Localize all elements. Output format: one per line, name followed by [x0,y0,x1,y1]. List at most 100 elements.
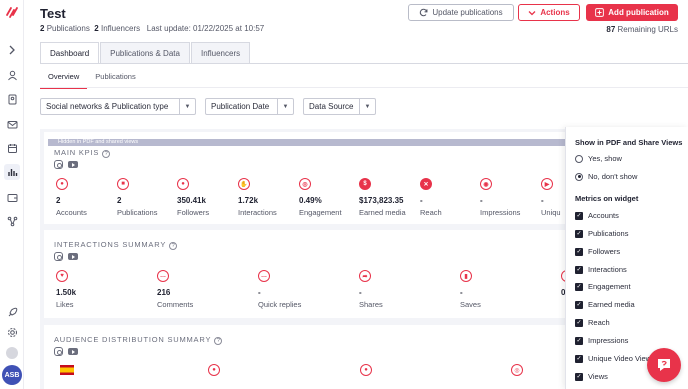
mail-nav-icon[interactable] [4,116,20,132]
tab-influencers[interactable]: Influencers [190,42,251,64]
kpi-unique-views: ▶ - Uniqu [541,178,565,217]
audience-summary-title: AUDIENCE DISTRIBUTION SUMMARY? [54,335,223,345]
rocket-nav-icon[interactable] [4,304,20,320]
chevron-down-icon [528,10,536,15]
help-chat-button[interactable] [647,348,681,382]
calendar-nav-icon[interactable] [4,140,20,156]
kpi-value: - [541,196,544,205]
tab-dashboard[interactable]: Dashboard [40,42,100,64]
publications-count: 2 [40,24,45,33]
interactions-icon: ✋ [238,178,250,190]
kpi-label: Uniqu [541,208,561,217]
remaining-urls: 87 Remaining URLs [606,25,678,34]
metric-checkbox-impressions[interactable]: ✓ Impressions [575,336,628,345]
checkbox-checked-icon: ✓ [575,354,583,363]
help-icon[interactable]: ? [169,242,178,250]
metric-checkbox-engagement[interactable]: ✓ Engagement [575,282,631,291]
interactions-summary-title-text: INTERACTIONS SUMMARY [54,240,167,249]
tab-publications-data[interactable]: Publications & Data [100,42,190,64]
tabs-divider [40,63,688,64]
publication-date-filter[interactable]: Publication Date ▼ [205,98,294,115]
report-summary: 2 Publications 2 Influencers Last update… [40,24,264,33]
checkbox-checked-icon: ✓ [575,372,583,381]
radio-checked-icon [575,172,583,181]
expand-chevron-icon[interactable] [4,42,20,58]
add-publication-button[interactable]: Add publication [586,4,678,21]
comment-icon: … [157,270,169,282]
left-nav: ASB [0,0,24,389]
metric-label: Accounts [588,211,619,220]
main-kpis-title: MAIN KPIS? [54,148,111,158]
last-update: Last update: 01/22/2025 at 10:57 [146,24,265,33]
checkbox-checked-icon: ✓ [575,211,583,220]
spain-flag-icon [60,365,74,375]
remaining-label: Remaining URLs [617,25,678,34]
caret-down-icon: ▼ [179,99,195,114]
data-source-filter[interactable]: Data Source ▼ [303,98,376,115]
metric-label: Views [588,372,608,381]
interactions-summary-title: INTERACTIONS SUMMARY? [54,240,178,250]
metric-checkbox-unique-video-views[interactable]: ✓ Unique Video Views [575,354,655,363]
summary-value: - [460,288,463,297]
app-root: ASB Test 2 Publications 2 Influencers La… [0,0,688,389]
social-icons [54,347,78,356]
instagram-icon [54,252,63,261]
share-icon: ➦ [359,270,371,282]
metric-label: Followers [588,247,621,256]
social-networks-filter[interactable]: Social networks & Publication type ▼ [40,98,196,115]
metric-checkbox-followers[interactable]: ✓ Followers [575,247,620,256]
reach-icon: ✕ [420,178,432,190]
metric-checkbox-views[interactable]: ✓ Views [575,372,608,381]
help-icon[interactable]: ? [102,150,111,158]
youtube-icon [68,253,78,260]
publications-label: Publications [46,24,90,33]
summary-value: - [359,288,362,297]
wallet-nav-icon[interactable] [4,189,20,205]
reports-nav-icon[interactable] [4,164,20,180]
page-title: Test [40,6,66,21]
caret-down-icon: ▼ [277,99,293,114]
followers-icon: ● [177,178,189,190]
location-pin-icon: ● [208,364,220,376]
actions-button[interactable]: Actions [518,4,580,21]
publication-icon: ■ [117,178,129,190]
show-in-pdf-title: Show in PDF and Share Views [575,138,683,147]
main-tabs: Dashboard Publications & Data Influencer… [40,42,251,64]
youtube-icon [68,348,78,355]
social-icons [54,160,78,169]
instagram-icon [54,160,63,169]
metric-checkbox-reach[interactable]: ✓ Reach [575,318,610,327]
network-nav-icon[interactable] [4,213,20,229]
summary-value: 216 [157,288,171,297]
radio-yes-show[interactable]: Yes, show [575,154,622,163]
social-icons [54,252,78,261]
metric-checkbox-accounts[interactable]: ✓ Accounts [575,211,619,220]
notification-dot-icon [6,347,18,359]
metric-checkbox-publications[interactable]: ✓ Publications [575,229,628,238]
caret-down-icon: ▼ [359,99,375,114]
contacts-nav-icon[interactable] [4,91,20,107]
summary-shares: ➦ - Shares [359,270,439,309]
location-pin-icon: ● [360,364,372,376]
influencers-nav-icon[interactable] [4,67,20,83]
quick-reply-icon: … [258,270,270,282]
update-publications-button[interactable]: Update publications [408,4,514,21]
metric-checkbox-interactions[interactable]: ✓ Interactions [575,265,627,274]
chat-help-icon [658,359,670,371]
summary-quick-replies: … - Quick replies [258,270,338,309]
user-icon: ● [56,178,68,190]
refresh-icon [420,8,428,17]
settings-nav-icon[interactable] [4,324,20,340]
user-avatar[interactable]: ASB [2,365,22,385]
audience-summary-title-text: AUDIENCE DISTRIBUTION SUMMARY [54,335,212,344]
update-publications-label: Update publications [432,8,503,17]
radio-no-show[interactable]: No, don't show [575,172,637,181]
help-icon[interactable]: ? [214,337,223,345]
metric-checkbox-earned-media[interactable]: ✓ Earned media [575,300,635,309]
remaining-count: 87 [606,25,616,34]
subtabs-divider [40,87,688,88]
checkbox-checked-icon: ✓ [575,318,583,327]
brand-logo-icon[interactable] [4,4,20,20]
metrics-title: Metrics on widget [575,194,639,203]
metric-label: Unique Video Views [588,354,655,363]
